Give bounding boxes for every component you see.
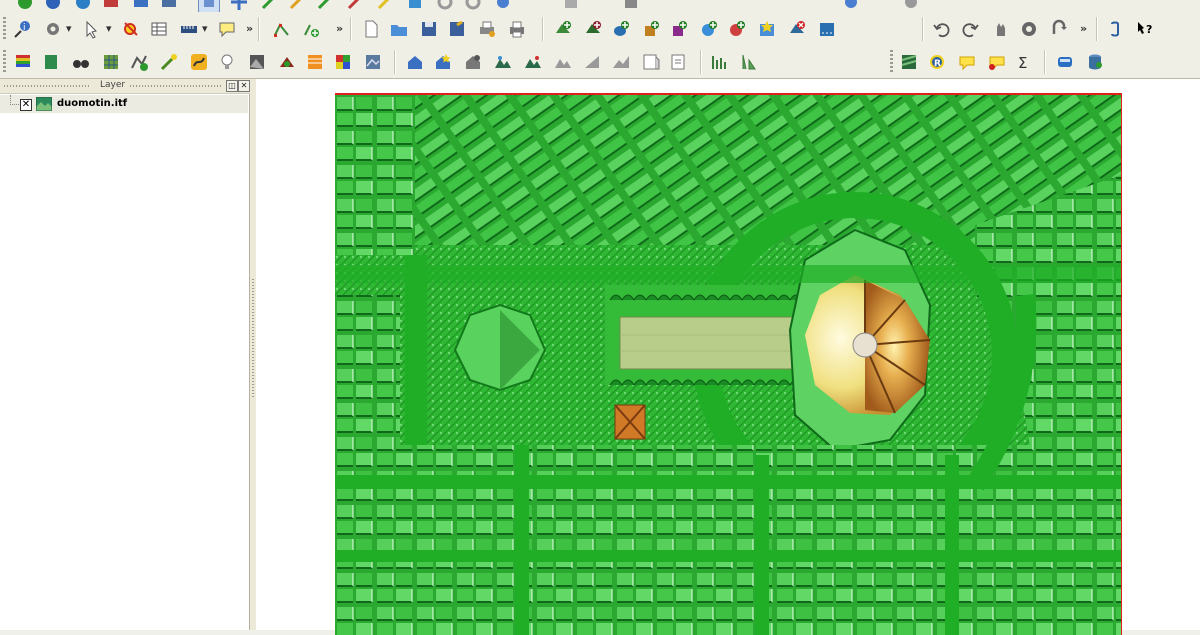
r-script-icon[interactable]: R <box>926 51 948 73</box>
vertical-bars-icon[interactable] <box>708 51 730 73</box>
add-vector-icon[interactable] <box>552 18 574 40</box>
grass-module-icon[interactable] <box>898 51 920 73</box>
layer-panel-title: Layer <box>100 80 126 90</box>
toolbar-grip[interactable] <box>3 17 6 41</box>
add-mssql-icon[interactable] <box>668 18 690 40</box>
add-spatialite-layer-icon[interactable] <box>640 18 662 40</box>
redo-icon[interactable] <box>960 18 982 40</box>
dem-aspect-icon[interactable] <box>304 51 326 73</box>
profile-b-icon[interactable] <box>610 51 632 73</box>
identify-icon[interactable]: i <box>12 18 34 40</box>
svg-text:Σ: Σ <box>1018 54 1027 72</box>
map-canvas[interactable] <box>256 79 1200 635</box>
terrain-3d-icon[interactable] <box>492 51 514 73</box>
measure-icon[interactable] <box>178 18 200 40</box>
raster-grid-icon[interactable] <box>100 51 122 73</box>
binoculars-icon[interactable] <box>70 51 92 73</box>
bezier-icon[interactable] <box>188 51 210 73</box>
dem-slope-icon[interactable] <box>276 51 298 73</box>
toolbar-overflow-icon[interactable]: » <box>246 22 253 35</box>
new-project-icon[interactable] <box>360 18 382 40</box>
chevron-down-icon[interactable]: ▾ <box>106 22 112 35</box>
annotation-icon[interactable] <box>956 51 978 73</box>
layer-name: duomotin.itf <box>57 98 128 109</box>
toolbar-overflow-icon[interactable]: » <box>1080 22 1087 35</box>
color-relief-icon[interactable] <box>332 51 354 73</box>
help-whats-this-icon[interactable]: ? <box>1134 18 1156 40</box>
python-console-icon[interactable] <box>1104 18 1126 40</box>
terrain-3d-b-icon[interactable] <box>522 51 544 73</box>
svg-text:R: R <box>934 59 941 69</box>
layer-panel: Layer ◫ ✕ ✕ duomotin.itf <box>0 79 250 630</box>
magic-wand-icon[interactable] <box>158 51 180 73</box>
zoom-icon[interactable] <box>1018 18 1040 40</box>
new-shapefile-icon[interactable] <box>756 18 778 40</box>
annotation-b-icon[interactable] <box>986 51 1008 73</box>
save-as-icon[interactable] <box>446 18 468 40</box>
train-icon[interactable] <box>1054 51 1076 73</box>
layer-visibility-checkbox[interactable]: ✕ <box>20 99 32 111</box>
print-icon[interactable] <box>506 18 528 40</box>
add-postgis-layer-icon[interactable] <box>610 18 632 40</box>
save-project-icon[interactable] <box>418 18 440 40</box>
vector-edit-icon[interactable] <box>128 51 150 73</box>
deselect-icon[interactable] <box>120 18 142 40</box>
action-gear-icon[interactable] <box>42 18 64 40</box>
database-icon[interactable] <box>1084 51 1106 73</box>
main-toolbar: i ▾ ▾ ▾ » » » ? <box>0 12 1200 47</box>
save-edits-icon[interactable] <box>816 18 838 40</box>
print-composer-icon[interactable] <box>476 18 498 40</box>
profile-icon[interactable] <box>582 51 604 73</box>
svg-text:i: i <box>23 23 26 33</box>
layer-panel-titlebar[interactable]: Layer ◫ ✕ <box>0 79 250 94</box>
attribute-table-icon[interactable] <box>148 18 170 40</box>
info-bulb-icon[interactable] <box>216 51 238 73</box>
float-panel-button[interactable]: ◫ <box>226 80 238 92</box>
grass-tools-icon[interactable] <box>668 51 690 73</box>
rotate-view-icon[interactable] <box>1048 18 1070 40</box>
chart-bars-icon[interactable] <box>738 51 760 73</box>
chevron-down-icon[interactable]: ▾ <box>202 22 208 35</box>
raster-legend-icon[interactable] <box>12 51 34 73</box>
map-tips-icon[interactable] <box>216 18 238 40</box>
node-editor-icon[interactable] <box>270 18 292 40</box>
raster-calc-icon[interactable] <box>40 51 62 73</box>
raster-hillshade-image <box>335 93 1122 635</box>
building-3d-icon[interactable] <box>462 51 484 73</box>
sum-icon[interactable]: Σ <box>1014 51 1036 73</box>
pan-icon[interactable] <box>990 18 1012 40</box>
dem-hillshade-icon[interactable] <box>246 51 268 73</box>
toolbar-grip[interactable] <box>3 50 6 74</box>
open-project-icon[interactable] <box>388 18 410 40</box>
add-wms-layer-icon[interactable] <box>698 18 720 40</box>
select-features-icon[interactable] <box>82 18 104 40</box>
toolbar-grip[interactable] <box>890 50 893 74</box>
add-oracle-icon[interactable] <box>726 18 748 40</box>
close-panel-button[interactable]: ✕ <box>238 80 250 92</box>
house-3d-icon[interactable] <box>404 51 426 73</box>
raster-layer-icon <box>36 97 52 111</box>
star-3d-icon[interactable] <box>432 51 454 73</box>
undo-icon[interactable] <box>930 18 952 40</box>
mountain-icon[interactable] <box>552 51 574 73</box>
add-node-icon[interactable] <box>300 18 322 40</box>
layer-item[interactable]: ✕ duomotin.itf <box>0 95 248 113</box>
map-render <box>335 95 1121 635</box>
add-raster-icon[interactable] <box>582 18 604 40</box>
plugin-toolbar: R Σ <box>0 46 1200 79</box>
svg-text:?: ? <box>1146 23 1152 36</box>
profile-c-icon[interactable] <box>640 51 662 73</box>
chevron-down-icon[interactable]: ▾ <box>66 22 72 35</box>
toolbar-overflow-icon[interactable]: » <box>336 22 343 35</box>
raster-info-icon[interactable] <box>362 51 384 73</box>
tree-branch-line <box>10 95 19 105</box>
remove-layer-icon[interactable] <box>786 18 808 40</box>
